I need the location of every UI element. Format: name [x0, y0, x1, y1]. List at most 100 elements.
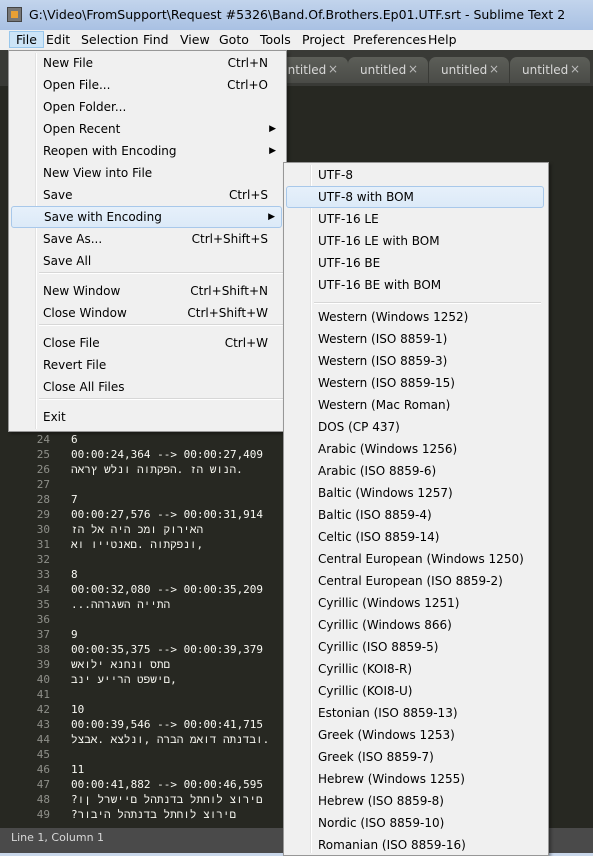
encoding-item-label: Western (Windows 1252) [318, 310, 469, 324]
menu-help[interactable]: Help [422, 31, 463, 48]
window-title: G:\Video\FromSupport\Request #5326\Band.… [29, 7, 566, 22]
menu-item-label: Reopen with Encoding [43, 144, 177, 158]
file-menu-item-save-as[interactable]: Save As... Ctrl+Shift+S [11, 228, 282, 250]
encoding-item[interactable]: Western (Windows 1252) [286, 306, 544, 328]
menu-find[interactable]: Find [137, 31, 175, 48]
line-number: 47 [36, 778, 50, 791]
submenu-arrow-icon: ▶ [268, 212, 275, 222]
line-number: 29 [36, 508, 50, 521]
file-menu-item-exit[interactable]: Exit [11, 406, 282, 428]
file-menu-item-save-all[interactable]: Save All [11, 250, 282, 272]
encoding-item-label: Hebrew (Windows 1255) [318, 772, 465, 786]
encoding-item[interactable]: Greek (Windows 1253) [286, 724, 544, 746]
menu-selection[interactable]: Selection [75, 31, 145, 48]
encoding-item[interactable]: Nordic (ISO 8859-10) [286, 812, 544, 834]
encoding-item-label: Estonian (ISO 8859-13) [318, 706, 458, 720]
encoding-item[interactable]: DOS (CP 437) [286, 416, 544, 438]
close-icon[interactable]: × [408, 62, 418, 76]
encoding-item-label: Cyrillic (KOI8-R) [318, 662, 413, 676]
encoding-item-label: UTF-16 LE with BOM [318, 234, 440, 248]
encoding-item[interactable]: UTF-16 LE [286, 208, 544, 230]
tab-untitled[interactable]: untitled × [429, 57, 509, 83]
tab-untitled[interactable]: untitled × [348, 57, 428, 83]
encoding-item[interactable]: Hebrew (Windows 1255) [286, 768, 544, 790]
encoding-item[interactable]: Cyrillic (Windows 866) [286, 614, 544, 636]
line-text: 00:00:32,080 --> 00:00:35,209 [71, 583, 264, 596]
menu-tools[interactable]: Tools [254, 31, 297, 48]
encoding-item[interactable]: Hebrew (ISO 8859-8) [286, 790, 544, 812]
file-menu-item-reopen-with-encoding[interactable]: Reopen with Encoding ▶ [11, 140, 282, 162]
line-text: 6 [71, 433, 78, 446]
encoding-item[interactable]: Western (ISO 8859-15) [286, 372, 544, 394]
encoding-item[interactable]: Estonian (ISO 8859-13) [286, 702, 544, 724]
file-menu-item-save[interactable]: Save Ctrl+S [11, 184, 282, 206]
encoding-item[interactable]: Greek (ISO 8859-7) [286, 746, 544, 768]
encoding-submenu: UTF-8 UTF-8 with BOM UTF-16 LE UTF-16 LE wi… [283, 162, 549, 856]
encoding-item[interactable]: Arabic (Windows 1256) [286, 438, 544, 460]
encoding-item[interactable]: Western (ISO 8859-1) [286, 328, 544, 350]
encoding-item-label: Western (Mac Roman) [318, 398, 451, 412]
file-menu-item-close-file[interactable]: Close File Ctrl+W [11, 332, 282, 354]
close-icon[interactable]: × [570, 62, 580, 76]
encoding-item-label: DOS (CP 437) [318, 420, 400, 434]
encoding-item[interactable]: Central European (Windows 1250) [286, 548, 544, 570]
file-menu-item-close-window[interactable]: Close Window Ctrl+Shift+W [11, 302, 282, 324]
menu-separator [314, 302, 541, 304]
encoding-item-label: Greek (Windows 1253) [318, 728, 455, 742]
line-number: 42 [36, 703, 50, 716]
line-text: 00:00:41,882 --> 00:00:46,595 [71, 778, 264, 791]
encoding-item-label: Western (ISO 8859-15) [318, 376, 455, 390]
menu-preferences[interactable]: Preferences [347, 31, 433, 48]
menu-file[interactable]: File [9, 31, 44, 48]
encoding-item[interactable]: UTF-16 BE with BOM [286, 274, 544, 296]
encoding-item[interactable]: UTF-16 BE [286, 252, 544, 274]
file-menu-item-save-with-encoding[interactable]: Save with Encoding ▶ [11, 206, 282, 228]
close-icon[interactable]: × [328, 62, 338, 76]
encoding-item[interactable]: Cyrillic (Windows 1251) [286, 592, 544, 614]
menu-item-label: Close Window [43, 306, 127, 320]
encoding-item[interactable]: Baltic (Windows 1257) [286, 482, 544, 504]
file-menu-item-revert-file[interactable]: Revert File [11, 354, 282, 376]
menu-item-label: Save [43, 188, 73, 202]
encoding-item[interactable]: Western (Mac Roman) [286, 394, 544, 416]
menu-goto[interactable]: Goto [213, 31, 255, 48]
encoding-item[interactable]: Western (ISO 8859-3) [286, 350, 544, 372]
encoding-item-label: Western (ISO 8859-1) [318, 332, 448, 346]
encoding-item-label: Nordic (ISO 8859-10) [318, 816, 445, 830]
encoding-item[interactable]: Central European (ISO 8859-2) [286, 570, 544, 592]
encoding-item[interactable]: Cyrillic (KOI8-R) [286, 658, 544, 680]
file-menu-item-new-window[interactable]: New Window Ctrl+Shift+N [11, 280, 282, 302]
file-menu-item-open-recent[interactable]: Open Recent ▶ [11, 118, 282, 140]
menu-edit[interactable]: Edit [40, 31, 76, 48]
encoding-item[interactable]: Arabic (ISO 8859-6) [286, 460, 544, 482]
tab-untitled[interactable]: untitled × [510, 57, 590, 83]
close-icon[interactable]: × [489, 62, 499, 76]
encoding-item-label: Cyrillic (Windows 866) [318, 618, 452, 632]
menu-project[interactable]: Project [296, 31, 351, 48]
encoding-item[interactable]: Cyrillic (KOI8-U) [286, 680, 544, 702]
encoding-item[interactable]: Celtic (ISO 8859-14) [286, 526, 544, 548]
encoding-item[interactable]: UTF-16 LE with BOM [286, 230, 544, 252]
encoding-item[interactable]: Baltic (ISO 8859-4) [286, 504, 544, 526]
line-number: 25 [36, 448, 50, 461]
encoding-item-label: Cyrillic (KOI8-U) [318, 684, 413, 698]
line-number: 40 [36, 673, 50, 686]
code-view[interactable]: 24 6 25 00:00:24,364 --> 00:00:27,409 26 הנוש… [0, 430, 290, 828]
encoding-item[interactable]: Cyrillic (ISO 8859-5) [286, 636, 544, 658]
encoding-item-label: UTF-16 LE [318, 212, 379, 226]
menu-item-label: Open Recent [43, 122, 121, 136]
encoding-item-label: Western (ISO 8859-3) [318, 354, 448, 368]
file-menu-item-close-all-files[interactable]: Close All Files [11, 376, 282, 398]
encoding-item[interactable]: UTF-8 [286, 164, 544, 186]
file-menu-item-new-view-into-file[interactable]: New View into File [11, 162, 282, 184]
file-menu-item-open-file[interactable]: Open File... Ctrl+O [11, 74, 282, 96]
line-text: 9 [71, 628, 78, 641]
line-text: םתס ונחנא ילואש [71, 658, 171, 671]
file-menu-item-open-folder[interactable]: Open Folder... [11, 96, 282, 118]
line-text: 10 [71, 703, 85, 716]
file-menu-item-new-file[interactable]: New File Ctrl+N [11, 52, 282, 74]
encoding-item-label: Celtic (ISO 8859-14) [318, 530, 440, 544]
encoding-item[interactable]: UTF-8 with BOM [286, 186, 544, 208]
menu-view[interactable]: View [174, 31, 216, 48]
menu-item-label: Open File... [43, 78, 111, 92]
